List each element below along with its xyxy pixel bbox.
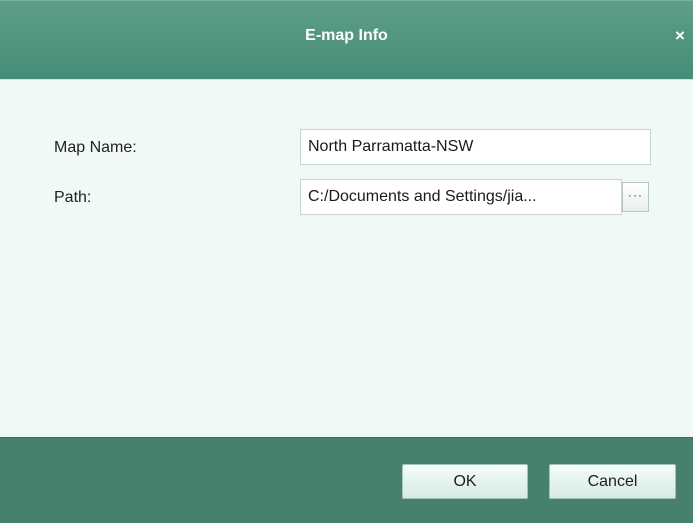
cancel-button[interactable]: Cancel xyxy=(549,464,676,499)
close-icon[interactable]: × xyxy=(672,27,688,45)
map-name-input[interactable]: North Parramatta-NSW xyxy=(300,129,651,165)
path-input[interactable]: C:/Documents and Settings/jia... xyxy=(300,179,622,215)
map-name-label: Map Name: xyxy=(54,139,137,156)
emap-info-dialog: E-map Info × Map Name: North Parramatta-… xyxy=(0,0,693,523)
ok-button[interactable]: OK xyxy=(402,464,528,499)
dialog-title: E-map Info xyxy=(305,27,388,44)
path-label: Path: xyxy=(54,189,92,206)
browse-button[interactable]: ··· xyxy=(622,182,649,212)
title-bar: E-map Info × xyxy=(0,0,693,79)
